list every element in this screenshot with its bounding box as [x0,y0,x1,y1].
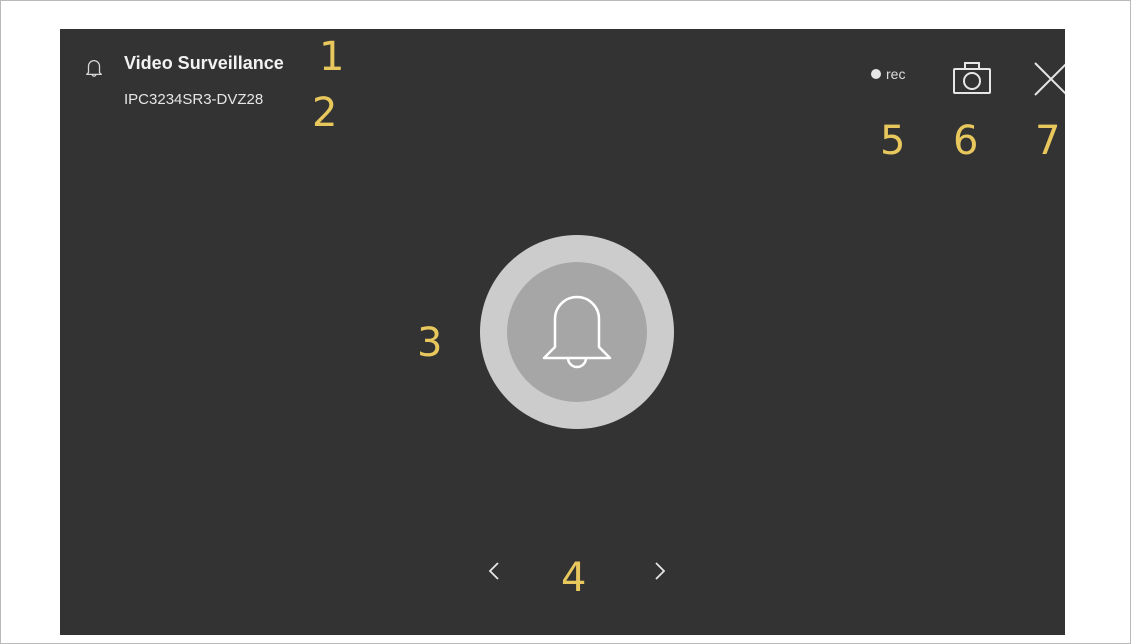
doorbell-button-inner [507,262,647,402]
record-dot-icon [871,69,881,79]
rec-label: rec [886,66,906,82]
chevron-left-icon[interactable] [482,557,506,585]
callout-5: 5 [880,118,906,164]
callout-2: 2 [312,90,338,136]
chevron-right-icon[interactable] [648,557,672,585]
callout-1: 1 [319,34,345,80]
doorbell-button[interactable] [480,235,674,429]
device-name: IPC3234SR3-DVZ28 [124,91,264,108]
close-icon[interactable] [1032,60,1065,98]
camera-icon[interactable] [950,60,994,96]
surveillance-screen: Video Surveillance IPC3234SR3-DVZ28 rec [60,29,1065,635]
bell-icon [86,60,102,77]
recording-indicator[interactable]: rec [871,65,905,83]
figure-frame: Video Surveillance IPC3234SR3-DVZ28 rec [0,0,1131,644]
page-title: Video Surveillance [124,53,284,73]
callout-4: 4 [561,555,587,601]
callout-6: 6 [953,118,979,164]
callout-7: 7 [1035,118,1061,164]
bell-icon [542,295,612,369]
callout-3: 3 [417,320,443,366]
